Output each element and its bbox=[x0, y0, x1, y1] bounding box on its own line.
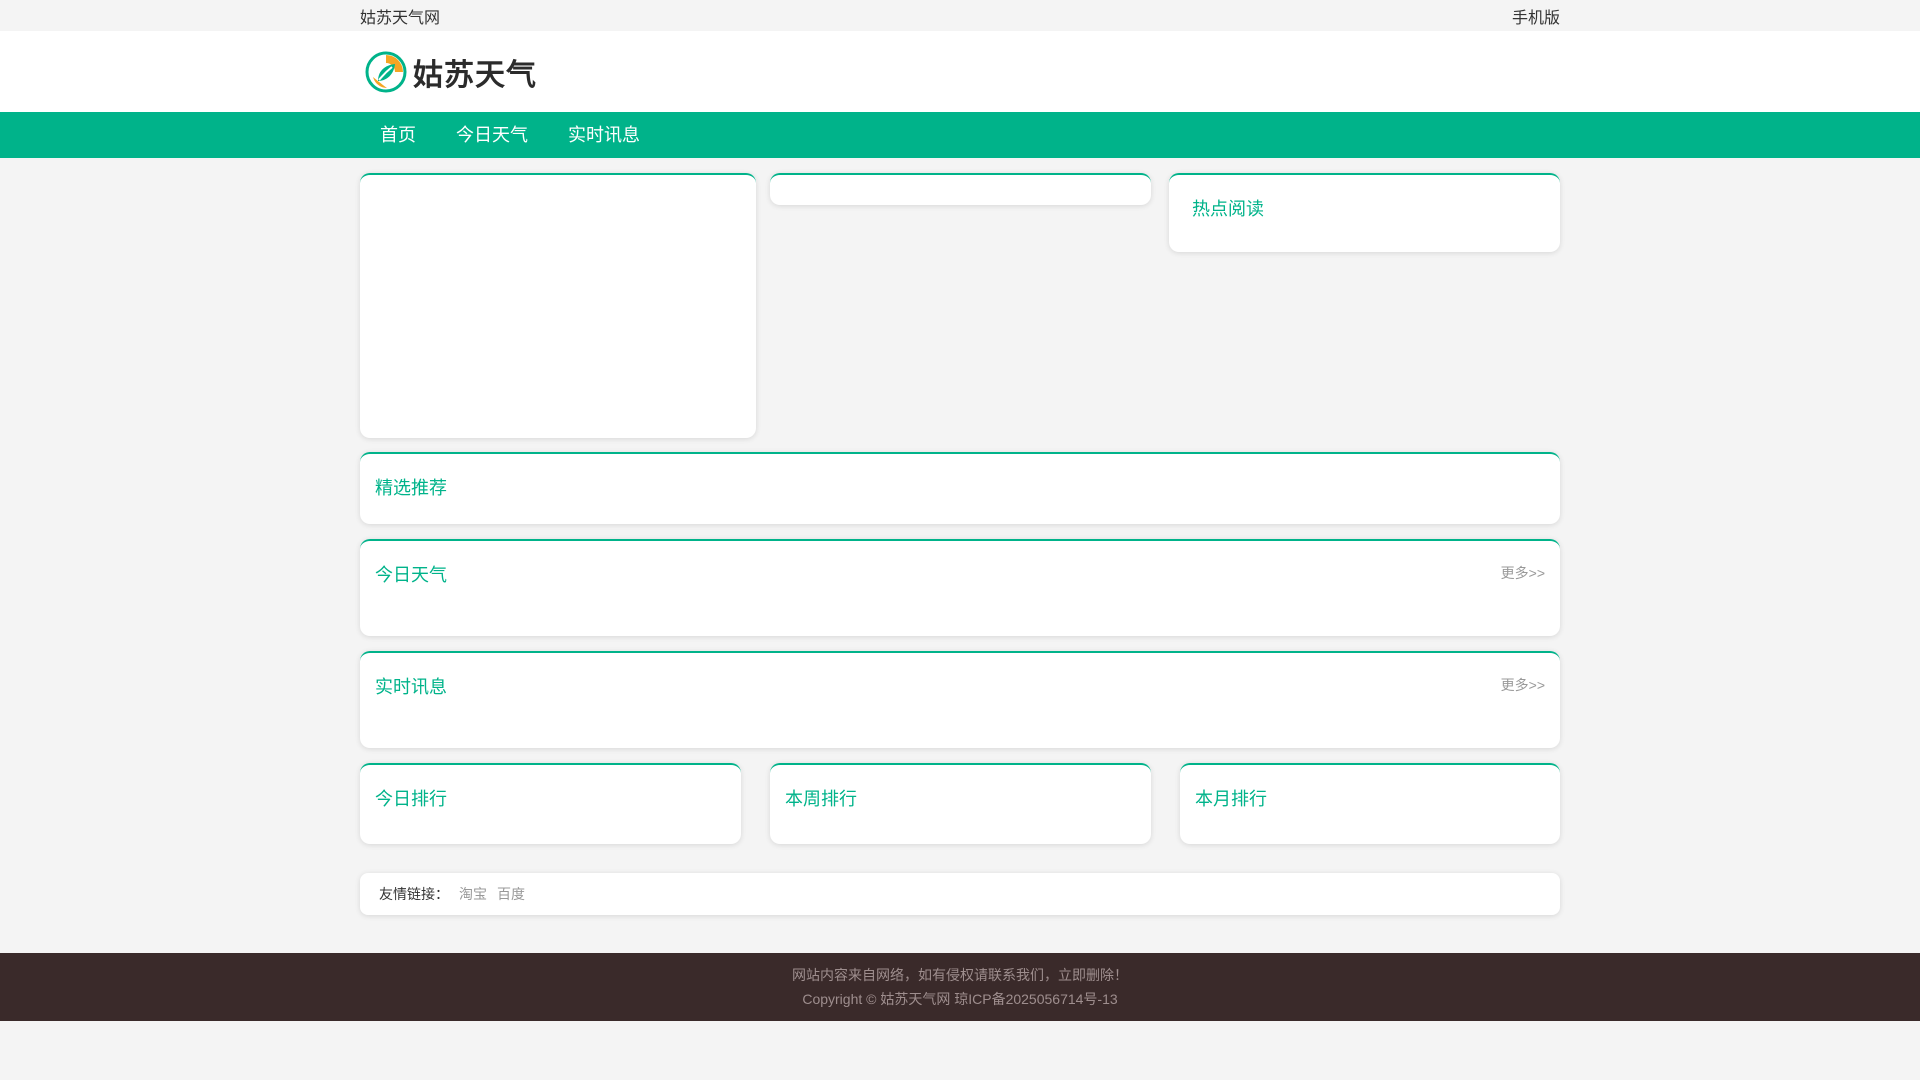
mobile-version-link[interactable]: 手机版 bbox=[1512, 4, 1560, 28]
rank-today-panel: 今日排行 bbox=[360, 763, 741, 844]
realtime-news-more-link[interactable]: 更多>> bbox=[1501, 675, 1545, 695]
rank-month-panel: 本月排行 bbox=[1180, 763, 1560, 844]
featured-panel: 精选推荐 bbox=[360, 452, 1560, 524]
friend-link-baidu[interactable]: 百度 bbox=[497, 884, 525, 904]
hot-reading-panel: 热点阅读 bbox=[1169, 173, 1560, 252]
today-weather-more-link[interactable]: 更多>> bbox=[1501, 563, 1545, 583]
main-nav: 首页 今日天气 实时讯息 bbox=[0, 112, 1920, 158]
rank-week-title: 本周排行 bbox=[785, 789, 857, 809]
today-weather-title: 今日天气 bbox=[375, 565, 447, 585]
slideshow-panel bbox=[360, 173, 756, 438]
top-site-name: 姑苏天气网 bbox=[360, 9, 441, 27]
rank-month-title: 本月排行 bbox=[1195, 789, 1267, 809]
nav-realtime-news[interactable]: 实时讯息 bbox=[548, 112, 660, 158]
today-weather-panel: 今日天气 更多>> bbox=[360, 539, 1560, 636]
friend-links-bar: 友情链接： 淘宝 百度 bbox=[360, 873, 1560, 915]
main-content: 热点阅读 精选推荐 今日天气 更多>> 实时讯息 更多>> 今日排行 本周排行 … bbox=[360, 158, 1560, 948]
footer-notice: 网站内容来自网络，如有侵权请联系我们，立即删除！ bbox=[792, 967, 1128, 983]
nav-today-weather[interactable]: 今日天气 bbox=[436, 112, 548, 158]
footer-copyright: Copyright © 姑苏天气网 琼ICP备2025056714号-13 bbox=[802, 991, 1118, 1007]
nav-home[interactable]: 首页 bbox=[360, 112, 436, 158]
headline-panel bbox=[770, 173, 1151, 205]
friend-links-label: 友情链接： bbox=[379, 886, 449, 902]
realtime-news-title: 实时讯息 bbox=[375, 677, 447, 697]
friend-link-taobao[interactable]: 淘宝 bbox=[459, 884, 487, 904]
header: 姑苏天气 bbox=[0, 31, 1920, 112]
hot-reading-title: 热点阅读 bbox=[1192, 199, 1264, 219]
realtime-news-panel: 实时讯息 更多>> bbox=[360, 651, 1560, 748]
site-logo[interactable]: 姑苏天气 bbox=[365, 50, 537, 94]
logo-text: 姑苏天气 bbox=[413, 58, 537, 92]
footer: 网站内容来自网络，如有侵权请联系我们，立即删除！ Copyright © 姑苏天… bbox=[0, 953, 1920, 1021]
rank-week-panel: 本周排行 bbox=[770, 763, 1151, 844]
leaf-logo-icon bbox=[365, 51, 407, 92]
top-bar: 姑苏天气网 手机版 bbox=[0, 0, 1920, 31]
rank-today-title: 今日排行 bbox=[375, 789, 447, 809]
featured-title: 精选推荐 bbox=[375, 478, 447, 498]
